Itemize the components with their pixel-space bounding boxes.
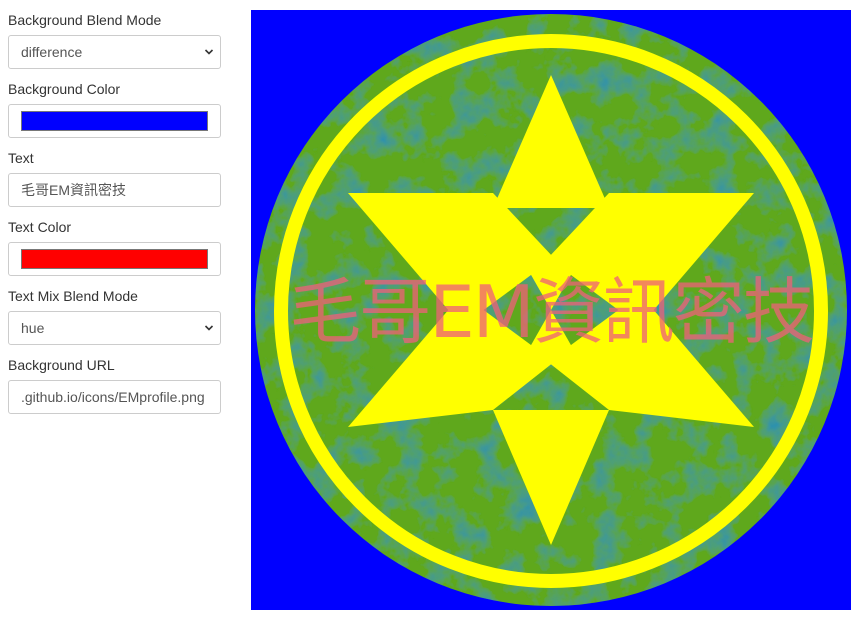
text-input-value: 毛哥EM資訊密技 [21, 182, 126, 198]
controls-panel: Background Blend Mode difference Backgro… [8, 10, 221, 424]
text-input[interactable]: 毛哥EM資訊密技 [8, 173, 221, 207]
bg-blend-mode-select[interactable]: difference [8, 35, 221, 69]
bg-color-swatch [21, 111, 208, 131]
text-label: Text [8, 150, 34, 166]
text-blend-mode-select[interactable]: hue [8, 311, 221, 345]
bg-blend-mode-label: Background Blend Mode [8, 12, 162, 28]
text-color-label: Text Color [8, 219, 72, 235]
bg-blend-mode-value: difference [21, 44, 83, 60]
text-color-swatch [21, 249, 208, 269]
text-blend-mode-value: hue [21, 320, 45, 336]
overlay-text: 毛哥EM資訊密技 [289, 270, 815, 354]
text-blend-mode-label: Text Mix Blend Mode [8, 288, 138, 304]
bg-url-value: .github.io/icons/EMprofile.png [21, 389, 205, 405]
chevron-down-icon [204, 49, 214, 55]
bg-blend-mode-field: Background Blend Mode difference [8, 10, 221, 69]
bg-color-field: Background Color [8, 79, 221, 138]
text-color-picker[interactable] [8, 242, 221, 276]
text-field: Text 毛哥EM資訊密技 [8, 148, 221, 207]
text-color-field: Text Color [8, 217, 221, 276]
chevron-down-icon [204, 325, 214, 331]
blend-preview: 毛哥EM資訊密技 [251, 10, 851, 610]
text-blend-mode-field: Text Mix Blend Mode hue [8, 286, 221, 345]
bg-color-picker[interactable] [8, 104, 221, 138]
bg-url-field: Background URL .github.io/icons/EMprofil… [8, 355, 221, 414]
bg-color-label: Background Color [8, 81, 121, 97]
bg-url-input[interactable]: .github.io/icons/EMprofile.png [8, 380, 221, 414]
bg-url-label: Background URL [8, 357, 115, 373]
